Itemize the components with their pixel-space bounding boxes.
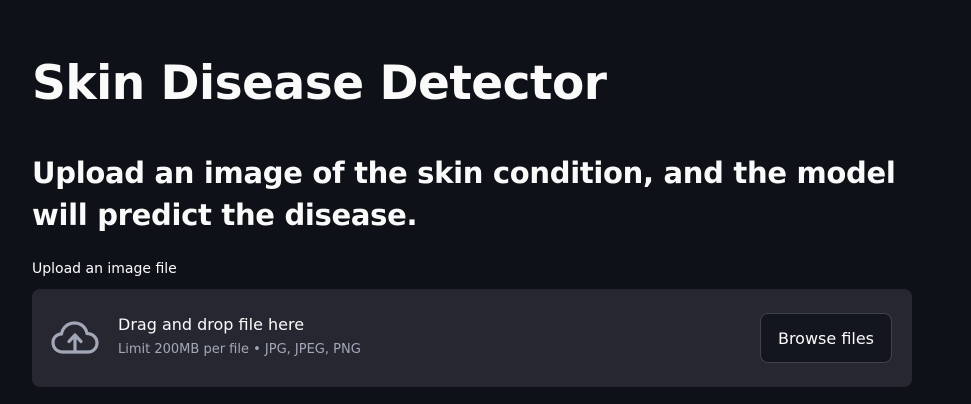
drag-drop-text: Drag and drop file here [118,315,305,334]
file-limit-text: Limit 200MB per file • JPG, JPEG, PNG [118,342,361,357]
file-dropzone[interactable]: Drag and drop file here Limit 200MB per … [32,289,912,387]
cloud-upload-icon [50,319,100,359]
page-title: Skin Disease Detector [32,56,607,111]
page-subtitle: Upload an image of the skin condition, a… [32,156,896,232]
file-uploader-label: Upload an image file [32,261,177,277]
dropzone-instructions: Drag and drop file here Limit 200MB per … [118,313,361,359]
browse-files-button[interactable]: Browse files [760,313,892,363]
